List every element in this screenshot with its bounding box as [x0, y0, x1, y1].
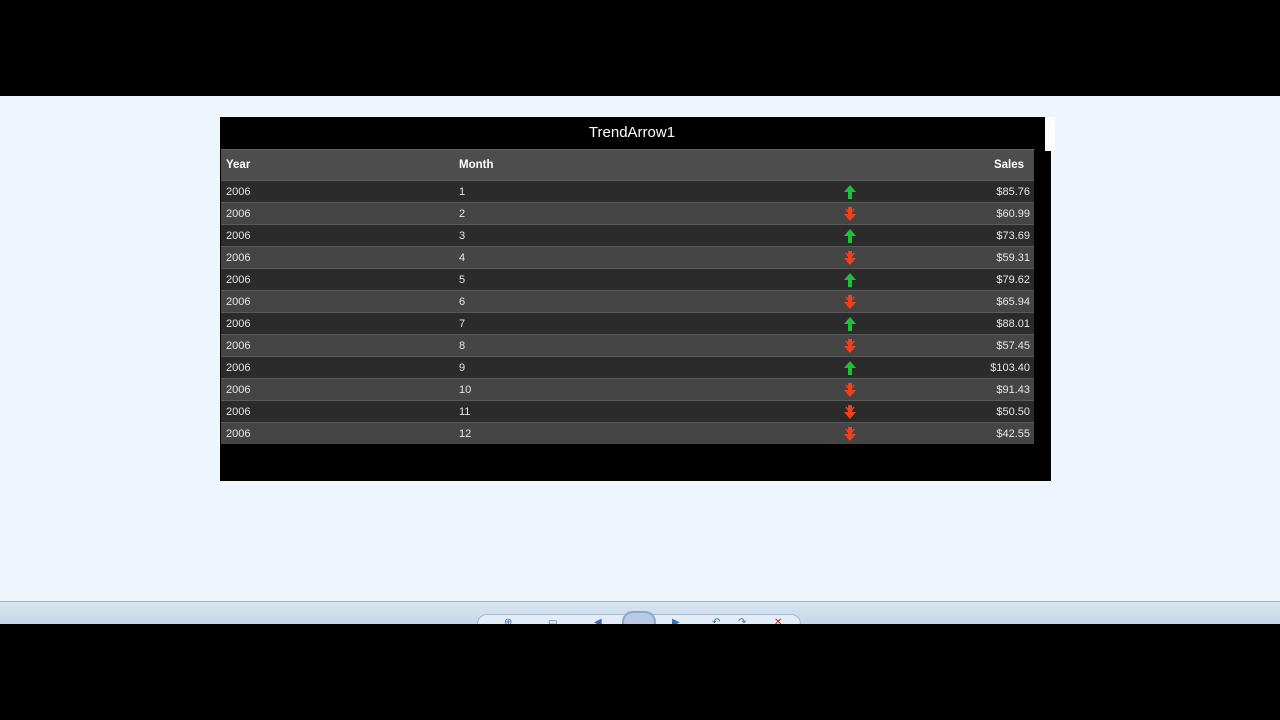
trend-up-icon	[770, 224, 920, 247]
cell-sales: $60.99	[920, 202, 1034, 225]
cell-month: 4	[454, 246, 770, 269]
cell-sales: $65.94	[920, 290, 1034, 313]
cell-sales: $42.55	[920, 422, 1034, 444]
cell-sales: $79.62	[920, 268, 1034, 291]
viewer-controls: ⊕ ▭ ◀ ▶ ↶ ↷ ✕	[477, 611, 801, 624]
cell-sales: $85.76	[920, 180, 1034, 203]
trend-down-icon	[770, 202, 920, 225]
cell-sales: $57.45	[920, 334, 1034, 357]
widget-edge	[1045, 117, 1055, 151]
cell-year: 2006	[221, 312, 454, 335]
table-row[interactable]: 2006 11 $50.50	[221, 400, 1034, 423]
table-row[interactable]: 2006 4 $59.31	[221, 246, 1034, 269]
widget-title: TrendArrow1	[588, 124, 676, 141]
cell-year: 2006	[221, 202, 454, 225]
table-row[interactable]: 2006 9 $103.40	[221, 356, 1034, 379]
cell-sales: $91.43	[920, 378, 1034, 401]
table-row[interactable]: 2006 12 $42.55	[221, 422, 1034, 444]
cell-month: 6	[454, 290, 770, 313]
table-header-row: Year Month Sales	[221, 149, 1034, 181]
table-body: 2006 1 $85.76 2006 2 $60.99 2006 3 $73.69 2006 4 $5…	[221, 180, 1034, 444]
trend-down-icon	[770, 334, 920, 357]
cell-month: 8	[454, 334, 770, 357]
cell-month: 2	[454, 202, 770, 225]
cell-sales: $88.01	[920, 312, 1034, 335]
cell-month: 11	[454, 400, 770, 423]
trend-up-icon	[770, 268, 920, 291]
cell-year: 2006	[221, 268, 454, 291]
column-header-trend[interactable]	[770, 149, 920, 181]
trend-up-icon	[770, 180, 920, 203]
letterbox-bottom	[0, 624, 1280, 720]
trend-down-icon	[770, 400, 920, 423]
trend-down-icon	[770, 422, 920, 444]
trend-down-icon	[770, 378, 920, 401]
column-header-year[interactable]: Year	[221, 149, 454, 181]
cell-month: 9	[454, 356, 770, 379]
cell-sales: $50.50	[920, 400, 1034, 423]
trend-up-icon	[770, 356, 920, 379]
trend-down-icon	[770, 246, 920, 269]
cell-year: 2006	[221, 422, 454, 444]
table-row[interactable]: 2006 10 $91.43	[221, 378, 1034, 401]
table-row[interactable]: 2006 1 $85.76	[221, 180, 1034, 203]
trend-down-icon	[770, 290, 920, 313]
cell-year: 2006	[221, 400, 454, 423]
sales-table: Year Month Sales 2006 1 $85.76 2006 2 $60.99 2…	[221, 149, 1034, 444]
cell-sales: $103.40	[920, 356, 1034, 379]
cell-month: 5	[454, 268, 770, 291]
table-row[interactable]: 2006 6 $65.94	[221, 290, 1034, 313]
cell-sales: $73.69	[920, 224, 1034, 247]
slideshow-icon[interactable]	[622, 611, 656, 624]
cell-year: 2006	[221, 334, 454, 357]
table-row[interactable]: 2006 2 $60.99	[221, 202, 1034, 225]
cell-month: 12	[454, 422, 770, 444]
letterbox-top	[0, 0, 1280, 96]
viewer-toolbar: ⊕ ▭ ◀ ▶ ↶ ↷ ✕	[0, 601, 1280, 624]
cell-year: 2006	[221, 290, 454, 313]
cell-month: 1	[454, 180, 770, 203]
table-row[interactable]: 2006 5 $79.62	[221, 268, 1034, 291]
cell-year: 2006	[221, 246, 454, 269]
trend-up-icon	[770, 312, 920, 335]
cell-sales: $59.31	[920, 246, 1034, 269]
column-header-sales[interactable]: Sales	[920, 149, 1034, 181]
cell-year: 2006	[221, 224, 454, 247]
cell-month: 7	[454, 312, 770, 335]
cell-month: 10	[454, 378, 770, 401]
table-row[interactable]: 2006 7 $88.01	[221, 312, 1034, 335]
column-header-month[interactable]: Month	[454, 149, 770, 181]
table-row[interactable]: 2006 3 $73.69	[221, 224, 1034, 247]
cell-month: 3	[454, 224, 770, 247]
cell-year: 2006	[221, 356, 454, 379]
cell-year: 2006	[221, 378, 454, 401]
viewer-viewport: TrendArrow1 Year Month Sales 2006 1 $85.76…	[0, 96, 1280, 624]
table-row[interactable]: 2006 8 $57.45	[221, 334, 1034, 357]
trend-arrow-widget: TrendArrow1 Year Month Sales 2006 1 $85.76…	[220, 117, 1051, 481]
cell-year: 2006	[221, 180, 454, 203]
